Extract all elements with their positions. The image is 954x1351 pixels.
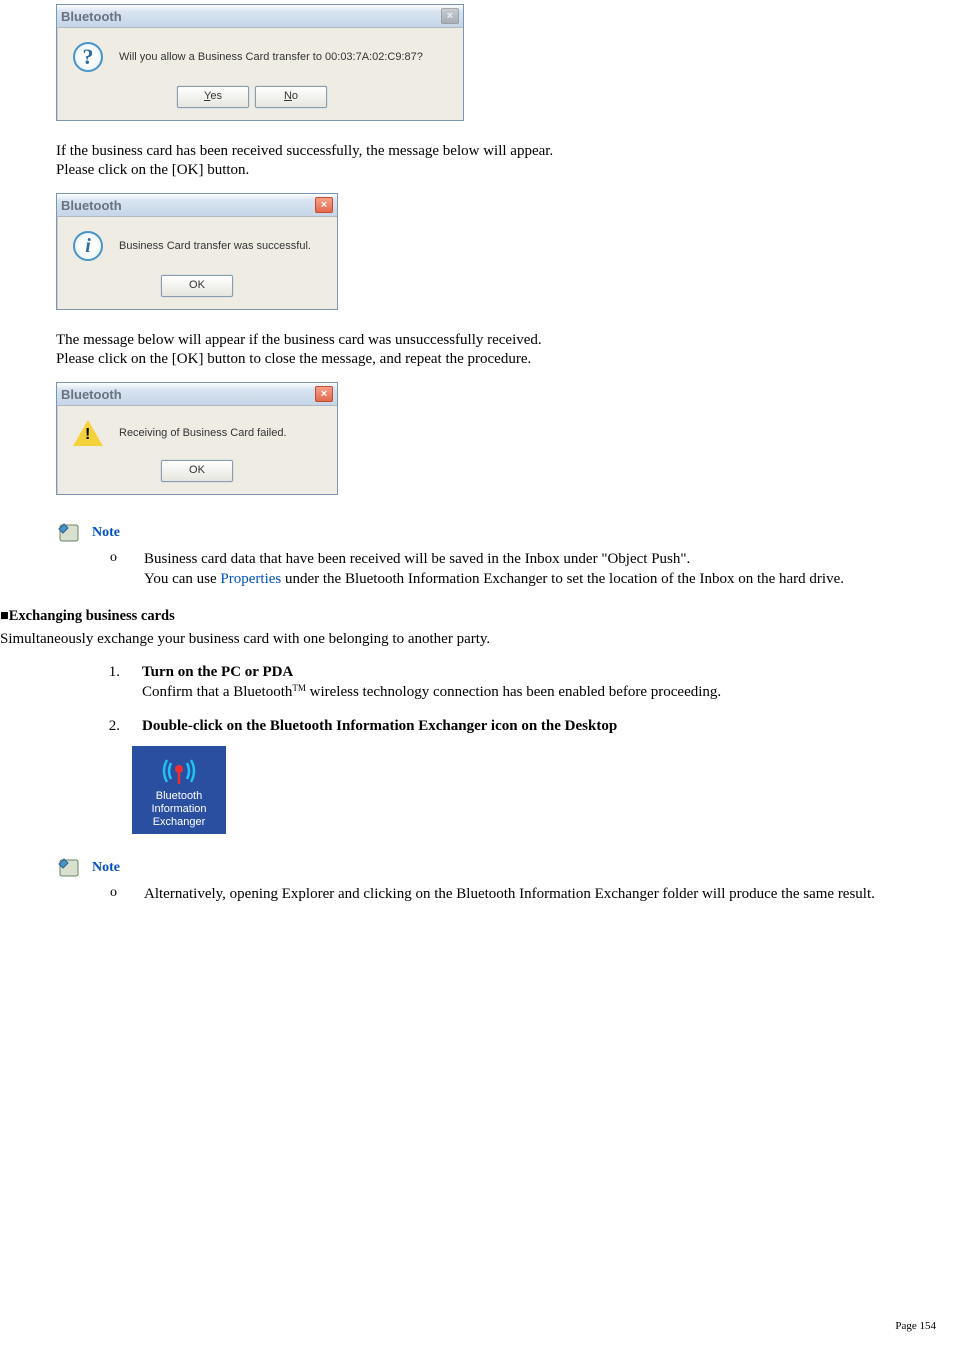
step-title: Double-click on the Bluetooth Informatio… (142, 718, 617, 734)
bluetooth-exchanger-icon[interactable]: Bluetooth Information Exchanger (132, 746, 226, 834)
section-heading: ■Exchanging business cards (0, 608, 954, 625)
dialog-title: Bluetooth (61, 198, 122, 213)
step-body: wireless technology connection has been … (306, 684, 721, 700)
body-text: The message below will appear if the bus… (56, 332, 954, 349)
body-text: Please click on the [OK] button. (56, 162, 954, 179)
dialog-message: Receiving of Business Card failed. (119, 427, 287, 439)
note-text: Business card data that have been receiv… (144, 551, 690, 567)
dialog-titlebar: Bluetooth × (57, 383, 337, 406)
step-title: Turn on the PC or PDA (142, 664, 293, 680)
bluetooth-success-dialog: Bluetooth × i Business Card transfer was… (56, 193, 338, 310)
note-text: under the Bluetooth Information Exchange… (281, 571, 844, 587)
note-text: You can use (144, 571, 220, 587)
list-marker: o (110, 549, 122, 590)
close-icon: × (441, 8, 459, 24)
note-text: Alternatively, opening Explorer and clic… (144, 884, 875, 904)
yes-button[interactable]: Yes (177, 86, 249, 108)
note-icon (56, 856, 82, 880)
dialog-message: Business Card transfer was successful. (119, 240, 311, 252)
no-button[interactable]: No (255, 86, 327, 108)
list-number: 1. (106, 662, 120, 703)
warning-icon (73, 420, 103, 446)
body-text: Please click on the [OK] button to close… (56, 351, 954, 368)
bluetooth-fail-dialog: Bluetooth × Receiving of Business Card f… (56, 382, 338, 495)
note-label: Note (92, 525, 120, 541)
page-number: Page 154 (895, 1320, 936, 1332)
dialog-titlebar: Bluetooth × (57, 194, 337, 217)
properties-link[interactable]: Properties (220, 571, 281, 587)
desktop-icon-label: Bluetooth Information Exchanger (134, 790, 224, 828)
dialog-message: Will you allow a Business Card transfer … (119, 51, 423, 63)
ok-button[interactable]: OK (161, 460, 233, 482)
dialog-title: Bluetooth (61, 9, 122, 24)
list-marker: o (110, 884, 122, 904)
trademark: TM (292, 683, 306, 693)
dialog-titlebar: Bluetooth × (57, 5, 463, 28)
question-icon: ? (73, 42, 103, 72)
info-icon: i (73, 231, 103, 261)
dialog-title: Bluetooth (61, 387, 122, 402)
note-icon (56, 521, 82, 545)
list-number: 2. (106, 716, 120, 736)
bluetooth-waves-icon (159, 754, 199, 788)
step-body: Confirm that a Bluetooth (142, 684, 292, 700)
note-label: Note (92, 860, 120, 876)
close-icon[interactable]: × (315, 386, 333, 402)
close-icon[interactable]: × (315, 197, 333, 213)
ok-button[interactable]: OK (161, 275, 233, 297)
bluetooth-confirm-dialog: Bluetooth × ? Will you allow a Business … (56, 4, 464, 121)
section-intro: Simultaneously exchange your business ca… (0, 631, 954, 648)
body-text: If the business card has been received s… (56, 143, 954, 160)
